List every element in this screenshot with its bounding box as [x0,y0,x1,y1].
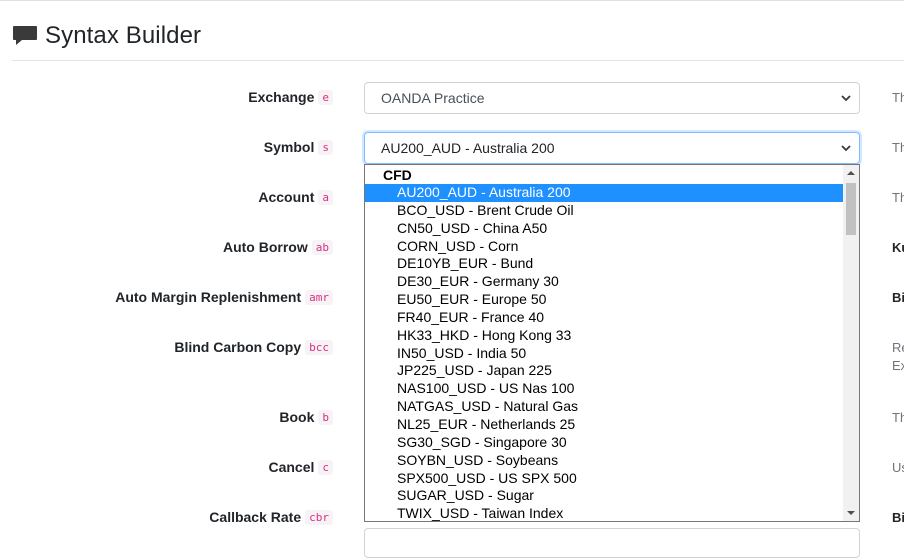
dropdown-option[interactable]: EU50_EUR - Europe 50 [365,291,844,309]
dropdown-option[interactable]: BCO_USD - Brent Crude Oil [365,202,844,220]
exchange-select[interactable]: OANDA Practice [364,82,860,114]
auto-borrow-code: ab [311,239,333,255]
scroll-down-arrow-icon[interactable] [843,505,859,521]
exchange-label: Exchange e [248,89,333,105]
dropdown-option[interactable]: DE10YB_EUR - Bund [365,255,844,273]
book-label: Book b [279,409,333,425]
cancel-label: Cancel c [268,459,333,475]
page-header: Syntax Builder [12,22,201,50]
auto-margin-replenishment-code: amr [305,289,333,305]
dropdown-option[interactable]: SPX500_USD - US SPX 500 [365,470,844,488]
auto-borrow-label: Auto Borrow ab [223,239,333,255]
symbol-select[interactable]: AU200_AUD - Australia 200 [364,132,860,164]
page-title: Syntax Builder [45,22,202,49]
callback-rate-input[interactable] [364,528,860,558]
dropdown-option[interactable]: DE30_EUR - Germany 30 [365,273,844,291]
dropdown-option[interactable]: JP225_USD - Japan 225 [365,362,844,380]
blind-carbon-copy-label: Blind Carbon Copy bcc [174,339,333,355]
dropdown-option[interactable]: CN50_USD - China A50 [365,220,844,238]
dropdown-option[interactable]: CORN_USD - Corn [365,238,844,256]
symbol-label: Symbol s [264,139,333,155]
dropdown-option[interactable]: AU200_AUD - Australia 200 [365,184,844,202]
help-text: Bi [892,290,904,305]
scrollbar[interactable] [843,165,859,521]
symbol-code: s [318,139,333,155]
help-text: Us [892,460,904,475]
dropdown-option[interactable]: NAS100_USD - US Nas 100 [365,380,844,398]
scroll-thumb[interactable] [846,183,856,235]
dropdown-option[interactable]: SG30_SGD - Singapore 30 [365,434,844,452]
cancel-code: c [318,459,333,475]
exchange-code: e [318,89,333,105]
help-text: Th [892,140,904,155]
dropdown-option[interactable]: HK33_HKD - Hong Kong 33 [365,327,844,345]
account-code: a [318,189,333,205]
header-divider [12,60,904,61]
speech-bubble-icon [13,26,37,45]
help-text: Bi [892,510,904,525]
dropdown-option[interactable]: NL25_EUR - Netherlands 25 [365,416,844,434]
help-text: Ku [892,240,904,255]
dropdown-option[interactable]: NATGAS_USD - Natural Gas [365,398,844,416]
option-list: AU200_AUD - Australia 200 BCO_USD - Brent… [365,184,844,521]
book-code: b [318,409,333,425]
account-label: Account a [258,189,333,205]
help-text: Th [892,410,904,425]
auto-margin-replenishment-label: Auto Margin Replenishment amr [115,289,333,305]
dropdown-option[interactable]: TWIX_USD - Taiwan Index [365,505,844,521]
help-text: Ex [892,358,904,373]
chevron-down-icon [841,145,851,152]
callback-rate-label: Callback Rate cbr [209,509,333,525]
chevron-down-icon [841,95,851,102]
top-border [0,0,904,1]
symbol-dropdown-list[interactable]: CFD AU200_AUD - Australia 200 BCO_USD - B… [364,164,860,522]
dropdown-option[interactable]: FR40_EUR - France 40 [365,309,844,327]
scroll-up-arrow-icon[interactable] [843,165,859,181]
dropdown-option[interactable]: SOYBN_USD - Soybeans [365,452,844,470]
optgroup-label: CFD [383,167,412,183]
help-text: Th [892,90,904,105]
help-text: Re [892,340,904,355]
dropdown-option[interactable]: SUGAR_USD - Sugar [365,487,844,505]
callback-rate-code: cbr [305,509,333,525]
help-text: Th [892,190,904,205]
dropdown-option[interactable]: IN50_USD - India 50 [365,345,844,363]
blind-carbon-copy-code: bcc [305,339,333,355]
